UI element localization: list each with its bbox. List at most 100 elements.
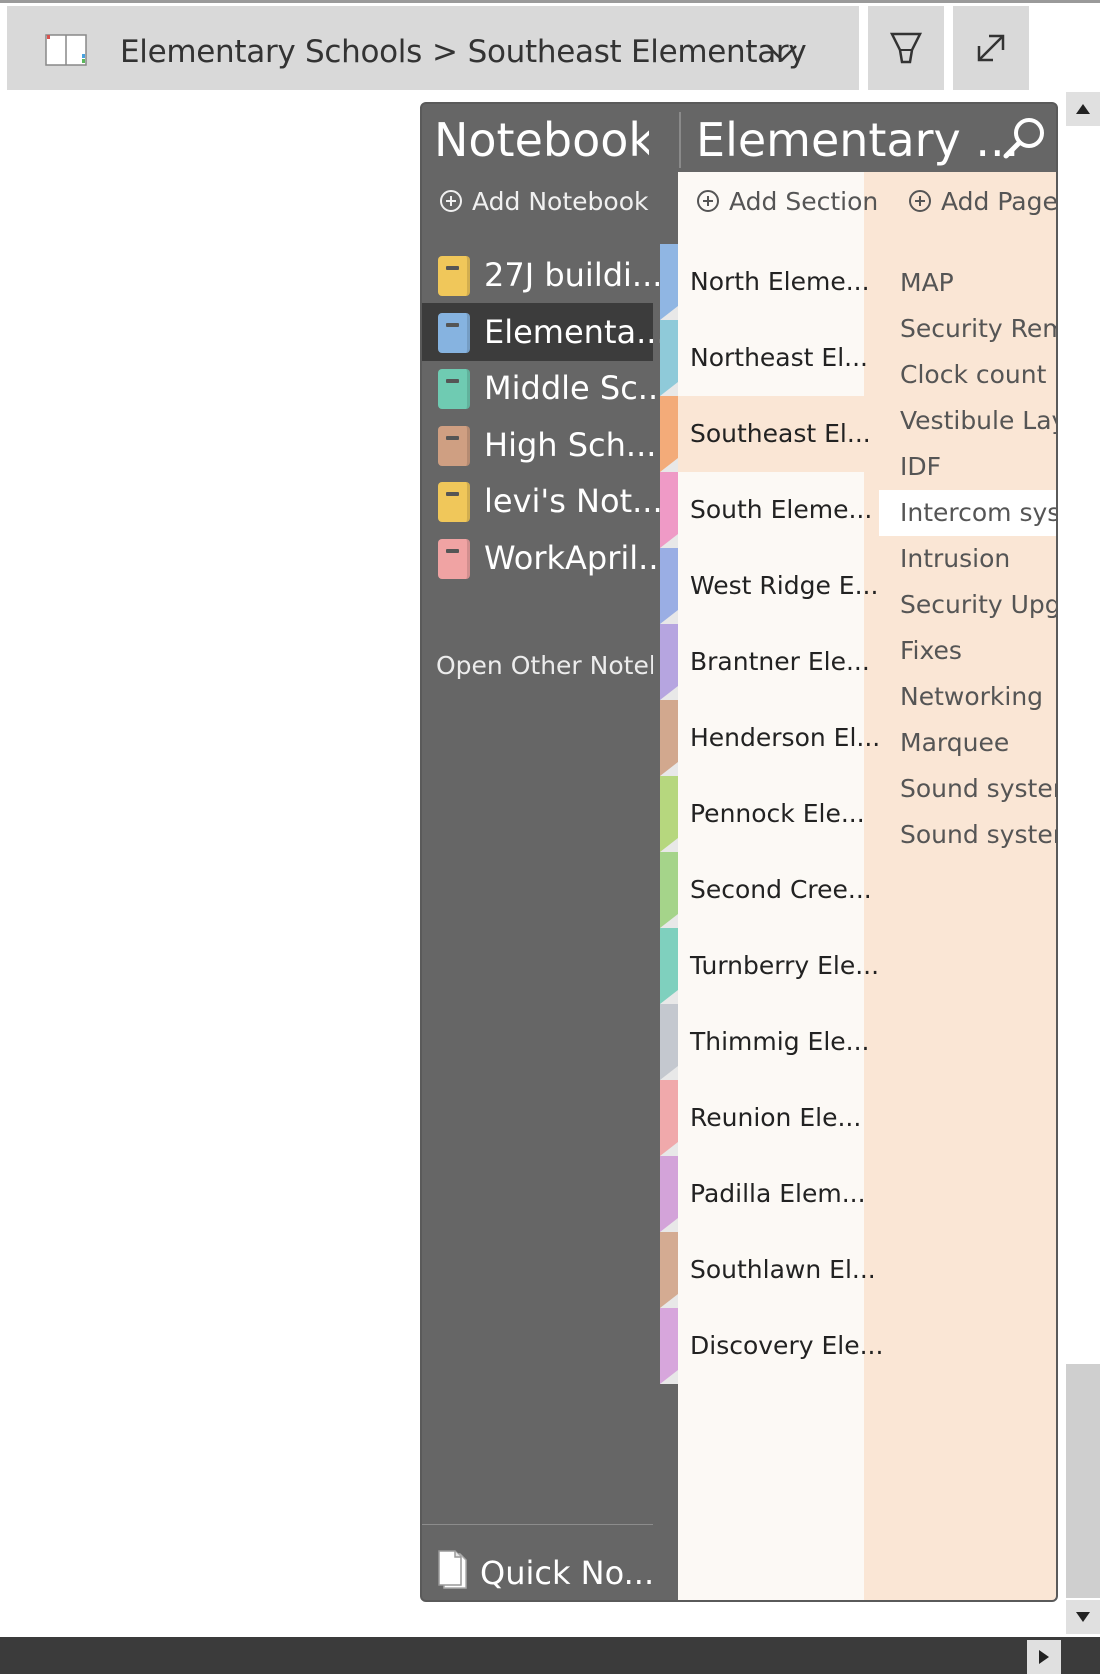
page-item[interactable]: Fixes (864, 628, 1056, 674)
section-item[interactable]: Discovery Ele... (678, 1308, 883, 1384)
breadcrumb-notebook[interactable]: Elementary Schools (120, 34, 422, 70)
add-page-button[interactable]: Add Page (909, 182, 1056, 222)
page-item[interactable]: Clock count (864, 352, 1056, 398)
section-item[interactable]: Henderson El... (678, 700, 880, 776)
section-color-tab[interactable] (660, 624, 678, 700)
section-item[interactable]: Brantner Ele... (678, 624, 870, 700)
section-color-tab[interactable] (660, 1004, 678, 1080)
section-tab-notch (660, 534, 678, 548)
horizontal-scrollbar[interactable] (0, 1637, 1100, 1674)
notebook-item[interactable]: levi's Not... (422, 472, 663, 530)
section-item[interactable]: North Eleme... (678, 244, 870, 320)
scroll-down-button[interactable] (1066, 1600, 1100, 1634)
page-label: Security Remote (900, 314, 1056, 343)
section-color-tab[interactable] (660, 700, 678, 776)
section-color-tab[interactable] (660, 928, 678, 1004)
notebooks-heading: Notebooks (434, 113, 649, 167)
section-tab-notch (660, 306, 678, 320)
section-label: Turnberry Ele... (690, 951, 880, 980)
notebook-item[interactable]: High Sch... (422, 416, 656, 474)
add-section-label: Add Section (729, 187, 877, 216)
page-item[interactable]: MAP (864, 260, 1056, 306)
section-label: West Ridge E... (690, 571, 879, 600)
section-tab-notch (660, 1294, 678, 1308)
vertical-scrollbar-thumb[interactable] (1066, 1364, 1100, 1598)
page-item[interactable]: IDF (864, 444, 1056, 490)
page-label: Clock count (900, 360, 1047, 389)
section-label: South Eleme... (690, 495, 873, 524)
sections-heading: Elementary ... (696, 113, 1020, 167)
section-item[interactable]: Pennock Ele... (678, 776, 865, 852)
arrow-up-icon (1076, 104, 1090, 114)
section-item[interactable]: Padilla Elem... (678, 1156, 866, 1232)
section-item[interactable]: Turnberry Ele... (678, 928, 879, 1004)
page-item[interactable]: Marquee (864, 720, 1056, 766)
section-color-tab[interactable] (660, 396, 678, 472)
section-label: North Eleme... (690, 267, 870, 296)
page-item[interactable]: Sound system (864, 812, 1056, 858)
page-item[interactable]: Networking (864, 674, 1056, 720)
chevron-down-icon[interactable] (762, 40, 802, 66)
navigation-panel: Notebooks Elementary ... Add Notebook Ad… (420, 102, 1058, 1602)
section-item[interactable]: Southeast El... (678, 396, 871, 472)
expand-button[interactable] (953, 6, 1029, 90)
section-tab-notch (660, 914, 678, 928)
quick-notes-divider (422, 1524, 653, 1525)
section-item[interactable]: Second Cree... (678, 852, 872, 928)
page-item[interactable]: Intercom system (879, 490, 1056, 536)
section-color-tab[interactable] (660, 472, 678, 548)
section-color-tab[interactable] (660, 1080, 678, 1156)
notebook-item[interactable]: Middle Sc... (422, 359, 668, 417)
quick-notes-label: Quick No... (480, 1554, 655, 1592)
section-color-tab[interactable] (660, 776, 678, 852)
section-color-tab[interactable] (660, 1156, 678, 1232)
notebook-item[interactable]: WorkApril... (422, 529, 669, 587)
section-color-tab[interactable] (660, 1232, 678, 1308)
notebook-item[interactable]: Elementa... (422, 302, 667, 361)
page-item[interactable]: Security Remote (864, 306, 1056, 352)
add-section-button[interactable]: Add Section (697, 182, 877, 222)
section-color-tab[interactable] (660, 1308, 678, 1384)
breadcrumb-section[interactable]: Southeast Elementary (468, 34, 807, 70)
section-item[interactable]: South Eleme... (678, 472, 872, 548)
section-color-tab[interactable] (660, 244, 678, 320)
section-color-tab[interactable] (660, 320, 678, 396)
plus-circle-icon (697, 190, 719, 212)
breadcrumb[interactable]: Elementary Schools > Southeast Elementary (120, 32, 807, 72)
open-other-notebooks-link[interactable]: Open Other Notebooks (436, 646, 653, 686)
section-color-tab[interactable] (660, 548, 678, 624)
section-item[interactable]: Reunion Ele... (678, 1080, 864, 1156)
notebook-icon (438, 312, 470, 353)
notebook-label: 27J buildi... (484, 256, 663, 294)
open-book-icon (45, 32, 89, 70)
page-label: IDF (900, 452, 942, 481)
scroll-up-button[interactable] (1066, 92, 1100, 126)
section-tab-notch (660, 1142, 678, 1156)
header-divider (679, 112, 681, 168)
section-item[interactable]: West Ridge E... (678, 548, 878, 624)
section-color-tab[interactable] (660, 852, 678, 928)
section-item[interactable]: Southlawn El... (678, 1232, 876, 1308)
scroll-right-button[interactable] (1027, 1640, 1061, 1674)
add-notebook-button[interactable]: Add Notebook (440, 182, 648, 222)
page-label: Networking (900, 682, 1044, 711)
section-tab-notch (660, 382, 678, 396)
page-item[interactable]: Intrusion (864, 536, 1056, 582)
section-label: Pennock Ele... (690, 799, 865, 828)
section-label: Southlawn El... (690, 1255, 876, 1284)
pen-button[interactable] (868, 6, 944, 90)
notebook-icon (438, 482, 470, 522)
section-item[interactable]: Northeast El... (678, 320, 868, 396)
window-top-border (0, 0, 1100, 3)
section-label: Reunion Ele... (690, 1103, 862, 1132)
page-item[interactable]: Sound system (864, 766, 1056, 812)
page-label: MAP (900, 268, 954, 297)
section-tab-notch (660, 686, 678, 700)
search-icon[interactable] (1000, 114, 1048, 162)
page-item[interactable]: Security Upgrade (864, 582, 1056, 628)
page-label: Intrusion (900, 544, 1011, 573)
notebook-label: Middle Sc... (484, 369, 669, 407)
notebook-item[interactable]: 27J buildi... (422, 246, 662, 304)
section-item[interactable]: Thimmig Ele... (678, 1004, 870, 1080)
page-item[interactable]: Vestibule Layout (864, 398, 1056, 444)
